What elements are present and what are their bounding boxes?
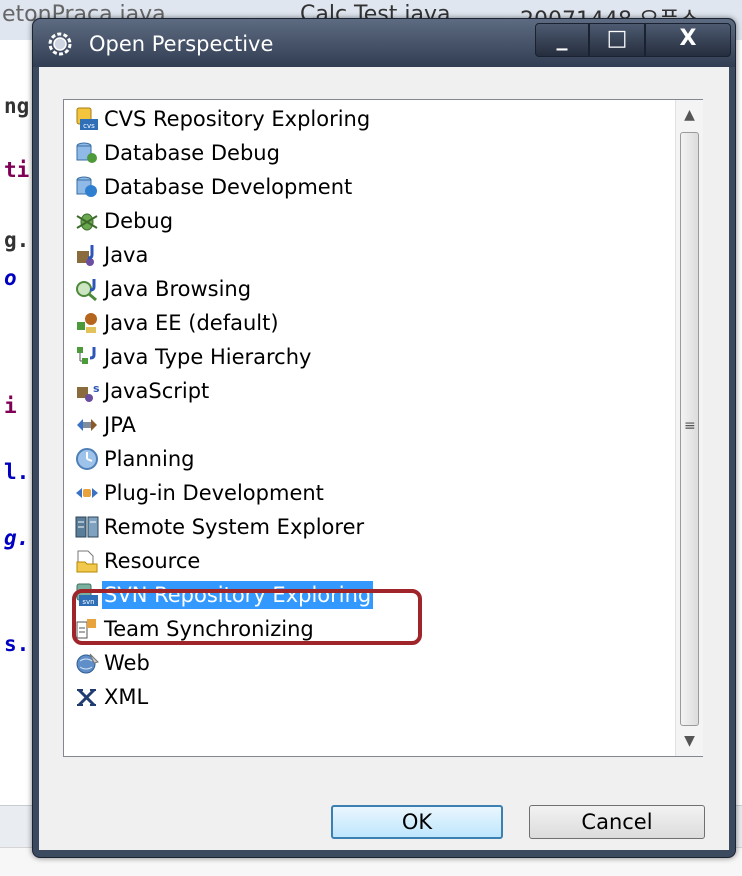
grip-icon: ≡ [684, 418, 696, 434]
code-fragment: ng [4, 94, 30, 118]
list-item[interactable]: Java Type Hierarchy [74, 341, 313, 373]
scroll-down-arrow-icon[interactable]: ▼ [676, 726, 703, 756]
list-item-label: Web [104, 651, 150, 675]
list-item-label: Debug [104, 209, 174, 233]
code-fragment: o [4, 266, 17, 290]
svg-text:cvs: cvs [83, 122, 95, 130]
scroll-up-arrow-icon[interactable]: ▲ [676, 100, 703, 130]
java-browsing-icon [76, 279, 97, 302]
list-item[interactable]: Database Debug [74, 137, 282, 169]
jpa-icon [77, 419, 97, 431]
debug-bug-icon [76, 213, 98, 231]
list-item-label: JPA [104, 413, 136, 437]
list-item[interactable]: Java [74, 239, 150, 271]
list-item-label: Database Development [104, 175, 353, 199]
scrollbar-thumb[interactable]: ≡ [680, 132, 699, 726]
list-item[interactable]: Remote System Explorer [74, 511, 366, 543]
maximize-button[interactable]: □ [589, 23, 645, 57]
list-item-label: Database Debug [104, 141, 280, 165]
cancel-button[interactable]: Cancel [529, 805, 705, 839]
list-item[interactable]: XML [74, 681, 150, 713]
close-button[interactable]: X [645, 23, 731, 57]
code-fragment: i [4, 394, 17, 418]
list-item-label: Java Browsing [104, 277, 252, 301]
window-controls: _ □ X [535, 23, 731, 57]
list-item[interactable]: Java Browsing [74, 273, 253, 305]
list-item[interactable]: s JavaScript [74, 375, 211, 407]
code-fragment: ti [4, 158, 30, 182]
list-item-label: CVS Repository Exploring [104, 107, 371, 131]
annotation-highlight-box [72, 589, 422, 645]
list-item[interactable]: Resource [74, 545, 202, 577]
svg-text:s: s [93, 382, 100, 395]
minimize-button[interactable]: _ [535, 23, 589, 57]
list-item[interactable]: Debug [74, 205, 175, 237]
list-item[interactable]: Web [74, 647, 152, 679]
list-item[interactable]: Plug-in Development [74, 477, 326, 509]
perspective-gear-icon [48, 32, 72, 56]
database-debug-icon [76, 142, 97, 163]
list-item-label: Plug-in Development [104, 481, 324, 505]
code-fragment: g. [4, 526, 30, 550]
dialog-title: Open Perspective [89, 32, 274, 56]
list-item[interactable]: Java EE (default) [74, 307, 281, 339]
vertical-scrollbar[interactable]: ▲ ≡ ▼ [675, 100, 703, 756]
list-item-label: Java [104, 243, 149, 267]
list-item-label: JavaScript [104, 379, 210, 403]
code-fragment: g. [4, 228, 30, 252]
java-perspective-icon [77, 245, 94, 266]
list-item[interactable]: Database Development [74, 171, 354, 203]
list-item-label: Java Type Hierarchy [104, 345, 312, 369]
list-item[interactable]: JPA [74, 409, 138, 441]
list-item-label: Java EE (default) [104, 311, 279, 335]
plugin-development-icon [76, 488, 98, 498]
ok-button[interactable]: OK [331, 805, 503, 839]
cvs-repository-icon: cvs [76, 107, 98, 130]
list-item-label: Planning [104, 447, 195, 471]
java-type-hierarchy-icon [77, 347, 96, 364]
perspective-list[interactable]: cvs CVS Repository Exploring Database De… [63, 99, 703, 757]
dialog-titlebar[interactable]: Open Perspective _ □ X [33, 19, 735, 67]
remote-system-explorer-icon [75, 516, 99, 538]
resource-icon [76, 550, 98, 573]
xml-icon [77, 688, 96, 707]
java-ee-icon [77, 313, 97, 333]
list-item[interactable]: cvs CVS Repository Exploring [74, 103, 372, 135]
code-fragment: s. [4, 632, 30, 656]
open-perspective-dialog: Open Perspective _ □ X cvs CVS Repositor… [32, 18, 736, 858]
list-item-label: Resource [104, 549, 201, 573]
database-development-icon [76, 176, 97, 197]
list-item-label: Remote System Explorer [104, 515, 365, 539]
web-icon [76, 653, 99, 674]
javascript-icon: s [77, 382, 100, 402]
code-fragment: l. [4, 460, 30, 484]
list-item-label: XML [104, 685, 149, 709]
planning-icon [76, 448, 98, 470]
dialog-body: cvs CVS Repository Exploring Database De… [39, 67, 729, 850]
list-item[interactable]: Planning [74, 443, 196, 475]
